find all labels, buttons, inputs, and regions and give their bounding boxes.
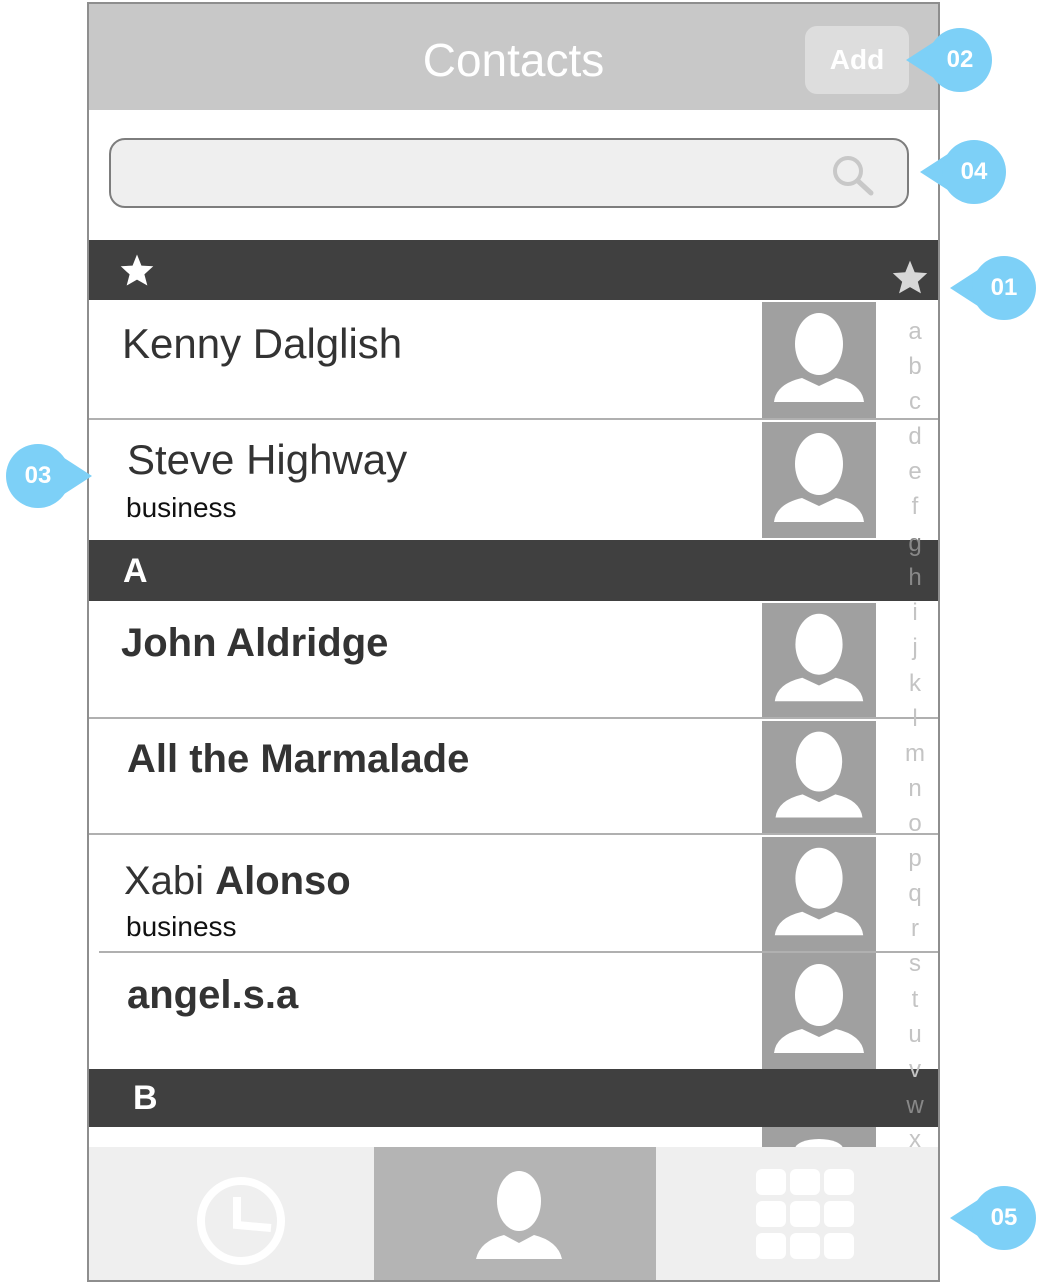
section-letter: A — [123, 552, 148, 590]
contact-avatar — [762, 422, 876, 538]
index-letter-d[interactable]: d — [901, 425, 929, 449]
contact-row[interactable]: John Aldridge — [89, 601, 938, 719]
person-icon — [774, 433, 864, 522]
contact-row[interactable]: Xabi Alonso business — [89, 835, 938, 953]
contact-name: Kenny Dalglish — [122, 320, 403, 367]
callout-marker-02: 02 — [906, 28, 996, 92]
person-icon — [795, 1139, 843, 1147]
index-letter-s[interactable]: s — [901, 952, 929, 976]
index-letter-i[interactable]: i — [901, 601, 929, 625]
contact-name: Steve Highway — [127, 436, 408, 483]
index-letter-m[interactable]: m — [901, 742, 929, 766]
index-letter-l[interactable]: l — [901, 707, 929, 731]
contact-name: All the Marmalade — [127, 737, 470, 781]
index-letter-o[interactable]: o — [901, 812, 929, 836]
index-letter-c[interactable]: c — [901, 390, 929, 414]
index-letter-n[interactable]: n — [901, 777, 929, 801]
index-letter-v[interactable]: v — [901, 1058, 929, 1082]
contact-avatar — [762, 837, 876, 951]
callout-marker-03: 03 — [6, 444, 96, 508]
index-letter-r[interactable]: r — [901, 917, 929, 941]
contact-avatar — [762, 1127, 876, 1147]
contact-first-name: Xabi — [124, 859, 205, 903]
tab-recents[interactable] — [89, 1147, 372, 1280]
contact-avatar — [762, 302, 876, 418]
section-header-b: B — [89, 1069, 938, 1127]
person-icon — [774, 613, 864, 702]
callout-marker-04: 04 — [920, 140, 1010, 204]
phone-frame: Contacts Add Kenny Dalglish Steve Highwa… — [87, 2, 940, 1282]
index-letter-w[interactable]: w — [901, 1094, 929, 1118]
index-letter-a[interactable]: a — [901, 320, 929, 344]
callout-marker-05: 05 — [950, 1186, 1040, 1250]
navigation-bar: Contacts Add — [89, 4, 938, 110]
person-icon — [775, 731, 863, 818]
contact-row[interactable]: angel.s.a — [89, 953, 938, 1069]
contact-avatar — [762, 953, 876, 1069]
row-divider — [89, 418, 938, 420]
index-letter-u[interactable]: u — [901, 1023, 929, 1047]
search-icon — [833, 156, 874, 196]
index-letter-q[interactable]: q — [901, 882, 929, 906]
person-icon — [774, 964, 864, 1053]
index-star-icon[interactable] — [891, 259, 929, 295]
contact-last-name: Alonso — [215, 859, 351, 903]
clock-icon — [197, 1177, 285, 1265]
contact-name: Xabi Alonso — [124, 859, 351, 904]
index-letter-t[interactable]: t — [901, 988, 929, 1012]
index-letter-p[interactable]: p — [901, 847, 929, 871]
person-icon — [476, 1171, 562, 1259]
tab-contacts[interactable] — [374, 1147, 656, 1280]
person-icon — [774, 847, 864, 936]
contact-label: business — [126, 492, 237, 523]
contact-row[interactable]: Steve Highway business — [89, 422, 938, 540]
contact-name: John Aldridge — [121, 621, 389, 665]
index-letter-h[interactable]: h — [901, 566, 929, 590]
contact-row[interactable]: Kenny Dalglish — [89, 300, 938, 420]
contact-avatar — [762, 721, 876, 833]
index-letter-f[interactable]: f — [901, 495, 929, 519]
person-icon — [774, 313, 864, 402]
contact-name: angel.s.a — [127, 973, 299, 1017]
star-icon — [120, 254, 154, 286]
contact-row[interactable]: All the Marmalade — [89, 719, 938, 835]
index-letter-j[interactable]: j — [901, 636, 929, 660]
tab-keypad[interactable] — [658, 1147, 938, 1280]
section-letter: B — [133, 1079, 158, 1117]
search-input[interactable] — [109, 138, 909, 208]
keypad-icon — [756, 1169, 854, 1259]
index-letter-k[interactable]: k — [901, 672, 929, 696]
contact-avatar — [762, 603, 876, 717]
index-letter-b[interactable]: b — [901, 355, 929, 379]
index-letter-e[interactable]: e — [901, 460, 929, 484]
add-contact-button[interactable]: Add — [805, 26, 909, 94]
contact-label: business — [126, 911, 237, 942]
section-header-a: A — [89, 540, 938, 601]
section-header-favorites — [89, 240, 938, 300]
tab-bar — [89, 1147, 938, 1280]
callout-marker-01: 01 — [950, 256, 1040, 320]
index-letter-g[interactable]: g — [901, 532, 929, 556]
